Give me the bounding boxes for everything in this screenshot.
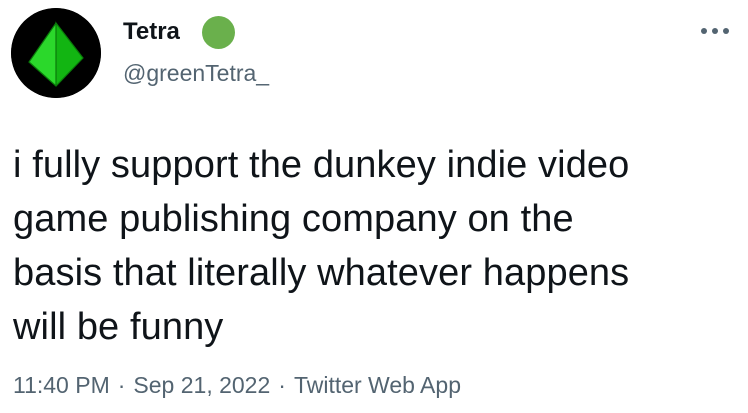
tweet-source-link[interactable]: Twitter Web App: [294, 372, 461, 398]
green-tetrahedron-icon: [11, 8, 101, 98]
meta-separator: ·: [278, 372, 286, 398]
tweet-time: 11:40 PM: [13, 372, 110, 398]
more-options-button[interactable]: [695, 18, 735, 44]
tweet-timestamp-link[interactable]: 11:40 PM · Sep 21, 2022: [13, 372, 270, 398]
meta-separator: ·: [117, 372, 126, 398]
tweet-text: i fully support the dunkey indie video g…: [13, 144, 630, 348]
author-handle[interactable]: @greenTetra_: [123, 59, 269, 87]
tweet-metadata: 11:40 PM · Sep 21, 2022 · Twitter Web App: [13, 370, 461, 400]
author-display-name[interactable]: Tetra: [123, 17, 180, 47]
avatar[interactable]: [11, 8, 101, 98]
more-dots-icon: [701, 28, 729, 34]
status-dot-icon: [202, 16, 235, 49]
tweet-date: Sep 21, 2022: [133, 372, 271, 398]
